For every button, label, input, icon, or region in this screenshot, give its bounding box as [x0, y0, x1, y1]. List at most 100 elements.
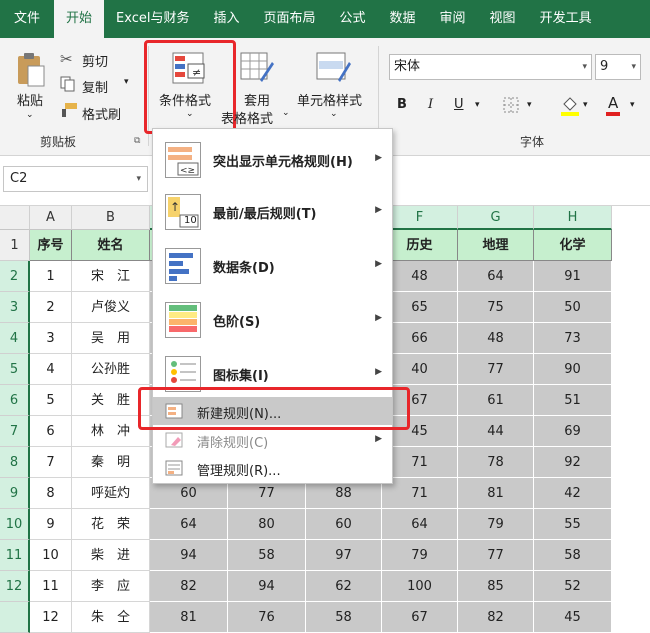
table-cell[interactable]: 62 — [306, 571, 382, 602]
tab-home[interactable]: 开始 — [54, 0, 105, 38]
row-header[interactable]: 9 — [0, 478, 30, 509]
column-header-f[interactable]: F — [382, 206, 458, 230]
table-cell[interactable]: 48 — [458, 323, 534, 354]
tab-file[interactable]: 文件 — [0, 0, 54, 38]
menu-item-manage-rules[interactable]: 管理规则(R)... — [153, 455, 392, 481]
table-cell[interactable]: 44 — [458, 416, 534, 447]
table-cell[interactable]: 82 — [458, 602, 534, 633]
tab-review[interactable]: 审阅 — [428, 0, 478, 38]
underline-dropdown-icon[interactable]: ▾ — [475, 100, 480, 110]
row-header[interactable]: 4 — [0, 323, 30, 354]
table-cell[interactable]: 58 — [534, 540, 612, 571]
paste-dropdown-icon[interactable]: ⌄ — [26, 110, 34, 120]
row-header[interactable]: 5 — [0, 354, 30, 385]
header-cell[interactable]: 化学 — [534, 230, 612, 261]
fill-color-icon[interactable] — [560, 94, 580, 116]
table-cell[interactable]: 100 — [382, 571, 458, 602]
row-header[interactable]: 11 — [0, 540, 30, 571]
tab-page-layout[interactable]: 页面布局 — [251, 0, 327, 38]
table-cell[interactable]: 66 — [382, 323, 458, 354]
table-cell[interactable]: 94 — [150, 540, 228, 571]
table-cell[interactable]: 78 — [458, 447, 534, 478]
tab-data[interactable]: 数据 — [378, 0, 428, 38]
table-cell[interactable]: 64 — [458, 261, 534, 292]
table-cell[interactable]: 宋 江 — [72, 261, 150, 292]
header-cell[interactable]: 历史 — [382, 230, 458, 261]
row-header[interactable]: 3 — [0, 292, 30, 323]
menu-item-data-bars[interactable]: 数据条(D) ▶ — [153, 241, 392, 291]
paste-icon[interactable] — [16, 52, 46, 88]
row-header[interactable] — [0, 602, 30, 633]
header-cell[interactable]: 地理 — [458, 230, 534, 261]
menu-item-color-scales[interactable]: 色阶(S) ▶ — [153, 295, 392, 345]
row-header[interactable]: 6 — [0, 385, 30, 416]
table-cell[interactable]: 1 — [30, 261, 72, 292]
bold-button[interactable]: B — [397, 97, 407, 112]
table-cell[interactable]: 52 — [534, 571, 612, 602]
table-cell[interactable]: 朱 仝 — [72, 602, 150, 633]
table-cell[interactable]: 67 — [382, 602, 458, 633]
table-cell[interactable]: 55 — [534, 509, 612, 540]
table-cell[interactable]: 73 — [534, 323, 612, 354]
row-header[interactable]: 2 — [0, 261, 30, 292]
table-cell[interactable]: 75 — [458, 292, 534, 323]
row-header[interactable]: 1 — [0, 230, 30, 261]
fill-color-dropdown-icon[interactable]: ▾ — [583, 100, 588, 110]
table-cell[interactable]: 10 — [30, 540, 72, 571]
table-cell[interactable]: 60 — [306, 509, 382, 540]
format-as-table-label-2[interactable]: 表格格式 — [221, 108, 273, 127]
table-cell[interactable]: 柴 进 — [72, 540, 150, 571]
table-cell[interactable]: 8 — [30, 478, 72, 509]
table-cell[interactable]: 81 — [150, 602, 228, 633]
table-cell[interactable]: 64 — [150, 509, 228, 540]
menu-item-highlight-cells-rules[interactable]: <≥ 突出显示单元格规则(H) ▶ — [153, 135, 392, 185]
table-cell[interactable]: 80 — [228, 509, 306, 540]
table-cell[interactable]: 64 — [382, 509, 458, 540]
table-cell[interactable]: 5 — [30, 385, 72, 416]
table-cell[interactable]: 11 — [30, 571, 72, 602]
copy-dropdown-icon[interactable]: ▾ — [124, 77, 129, 87]
table-cell[interactable]: 呼延灼 — [72, 478, 150, 509]
table-cell[interactable]: 77 — [458, 354, 534, 385]
table-cell[interactable]: 12 — [30, 602, 72, 633]
header-cell[interactable]: 序号 — [30, 230, 72, 261]
tab-developer[interactable]: 开发工具 — [528, 0, 604, 38]
table-cell[interactable]: 91 — [534, 261, 612, 292]
column-header-b[interactable]: B — [72, 206, 150, 230]
tab-view[interactable]: 视图 — [478, 0, 528, 38]
table-cell[interactable]: 48 — [382, 261, 458, 292]
table-cell[interactable]: 65 — [382, 292, 458, 323]
name-box[interactable]: C2 ▾ — [3, 166, 148, 192]
table-cell[interactable]: 79 — [458, 509, 534, 540]
row-header[interactable]: 10 — [0, 509, 30, 540]
format-as-table-dropdown-icon[interactable]: ⌄ — [282, 108, 290, 118]
table-cell[interactable]: 71 — [382, 447, 458, 478]
table-cell[interactable]: 40 — [382, 354, 458, 385]
table-cell[interactable]: 82 — [150, 571, 228, 602]
table-cell[interactable]: 45 — [534, 602, 612, 633]
table-cell[interactable]: 公孙胜 — [72, 354, 150, 385]
tab-insert[interactable]: 插入 — [201, 0, 251, 38]
font-name-select[interactable]: 宋体 ▾ — [389, 54, 592, 80]
row-header[interactable]: 8 — [0, 447, 30, 478]
tab-formulas[interactable]: 公式 — [328, 0, 378, 38]
column-header-h[interactable]: H — [534, 206, 612, 230]
table-cell[interactable]: 李 应 — [72, 571, 150, 602]
row-header[interactable]: 7 — [0, 416, 30, 447]
table-cell[interactable]: 6 — [30, 416, 72, 447]
table-cell[interactable]: 77 — [458, 540, 534, 571]
underline-button[interactable]: U — [454, 97, 464, 112]
cut-button[interactable]: 剪切 — [82, 51, 108, 70]
font-color-button[interactable]: A — [606, 94, 621, 116]
cell-styles-dropdown-icon[interactable]: ⌄ — [330, 109, 338, 119]
table-cell[interactable]: 42 — [534, 478, 612, 509]
column-header-a[interactable]: A — [30, 206, 72, 230]
table-cell[interactable]: 85 — [458, 571, 534, 602]
header-cell[interactable]: 姓名 — [72, 230, 150, 261]
format-as-table-button[interactable]: 套用 — [244, 90, 270, 109]
table-cell[interactable]: 58 — [228, 540, 306, 571]
table-cell[interactable]: 61 — [458, 385, 534, 416]
table-cell[interactable]: 69 — [534, 416, 612, 447]
clipboard-launcher-icon[interactable]: ⧉ — [134, 136, 140, 146]
table-cell[interactable]: 50 — [534, 292, 612, 323]
